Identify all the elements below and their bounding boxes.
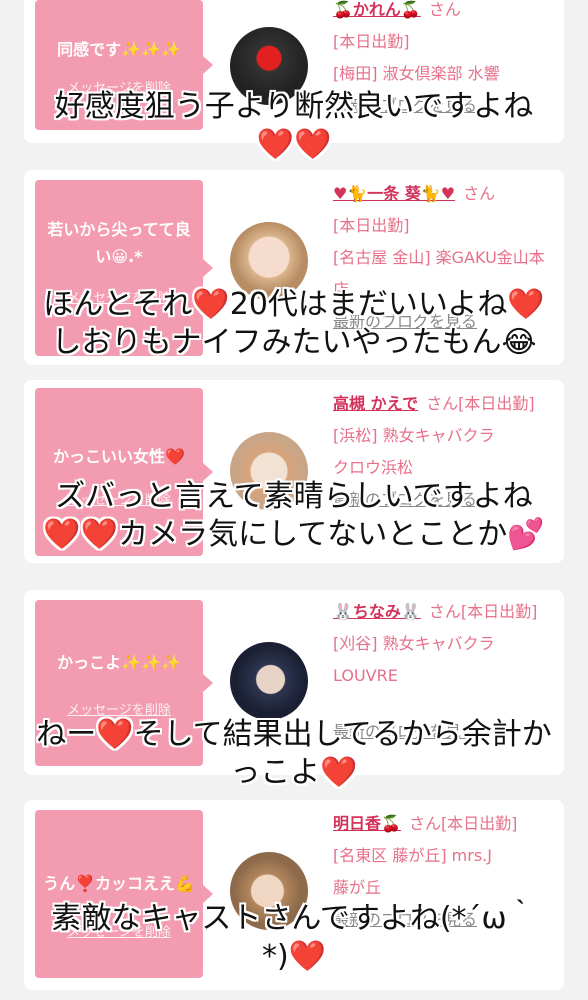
status-text: [本日出勤] xyxy=(333,32,410,51)
caption-line: っこよ❤️ xyxy=(230,755,358,790)
caption-line: しおりもナイフみたいやったもん😂 xyxy=(51,325,537,360)
cast-name-link[interactable]: 🐰ちなみ🐰 xyxy=(333,602,421,621)
caption-line: *)❤️ xyxy=(261,939,327,974)
message-text: うん❣️カッコええ💪 xyxy=(43,874,195,894)
honorific: さん xyxy=(463,184,496,203)
honorific: さん xyxy=(428,0,461,19)
cast-name-link[interactable]: 高槻 かえで xyxy=(333,394,418,413)
caption-line: ❤️❤️ xyxy=(256,127,332,162)
avatar[interactable] xyxy=(230,642,308,720)
caption-line: 素敵なキャストさんですよね(*´ω｀ xyxy=(51,901,537,936)
caption-overlay: ズバっと言えて素晴らしいですよね ❤️❤️カメラ気にしてないとことか💕 xyxy=(0,478,588,554)
honorific: さん[本日出勤] xyxy=(408,814,518,833)
honorific: さん[本日出勤] xyxy=(428,602,538,621)
message-text: 同感です✨✨✨ xyxy=(57,40,181,60)
message-text: かっこいい女性❤️ xyxy=(53,447,185,467)
message-text: 若いから尖ってて良い😀.* xyxy=(47,219,191,266)
caption-line: ほんとそれ❤️20代はまだいいよね❤️ xyxy=(43,287,545,322)
status-text: [本日出勤] xyxy=(333,216,410,235)
shop-text: [梅田] 淑女倶楽部 水響 xyxy=(333,64,500,83)
shop-area-text: [浜松] 熟女キャバクラ xyxy=(333,426,495,445)
shop-text: LOUVRE xyxy=(333,666,398,685)
cast-name-link[interactable]: ♥🐈一条 葵🐈♥ xyxy=(333,184,455,203)
caption-overlay: ねー❤️そして結果出してるから余計か っこよ❤️ xyxy=(0,716,588,792)
caption-line: ズバっと言えて素晴らしいですよね xyxy=(55,479,533,514)
cast-name-link[interactable]: 明日香🍒 xyxy=(333,814,401,833)
caption-line: ねー❤️そして結果出してるから余計か xyxy=(36,717,552,752)
caption-line: ❤️❤️カメラ気にしてないとことか💕 xyxy=(43,517,545,552)
message-text: かっこよ✨✨✨ xyxy=(57,653,181,673)
shop-area-text: [名東区 藤が丘] mrs.J xyxy=(333,846,492,865)
honorific: さん[本日出勤] xyxy=(426,394,535,413)
cast-name-link[interactable]: 🍒かれん🍒 xyxy=(333,0,421,19)
caption-line: 好感度狙う子より断然良いですよね xyxy=(54,89,534,124)
caption-overlay: ほんとそれ❤️20代はまだいいよね❤️ しおりもナイフみたいやったもん😂 xyxy=(0,286,588,362)
shop-area-text: [刈谷] 熟女キャバクラ xyxy=(333,634,495,653)
caption-overlay: 素敵なキャストさんですよね(*´ω｀ *)❤️ xyxy=(0,900,588,976)
caption-overlay: 好感度狙う子より断然良いですよね ❤️❤️ xyxy=(0,88,588,164)
